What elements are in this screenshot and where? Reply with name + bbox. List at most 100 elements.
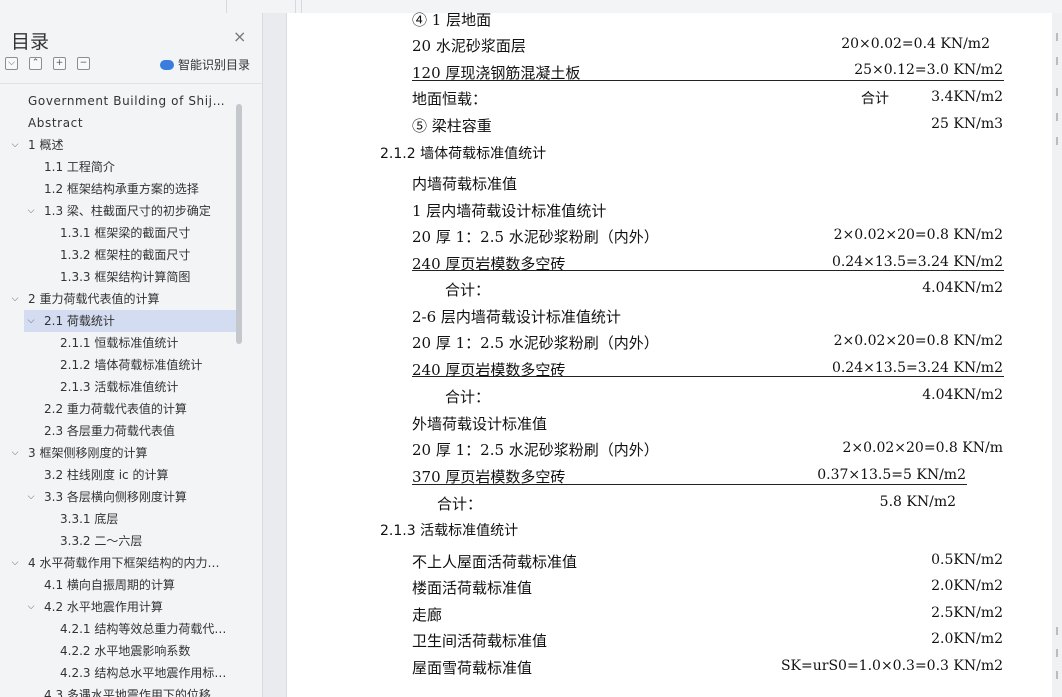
toc-item-label: 3.3 各层横向侧移刚度计算 [44,490,187,504]
toc-item[interactable]: ⌵ 1.3 梁、柱截面尺寸的初步确定 [0,200,240,222]
document-scrollbar[interactable] [1052,13,1062,697]
doc-value: 0.24×13.5=3.24 KN/m2 [831,254,1003,270]
doc-value: 2.5KN/m2 [931,605,1003,621]
collapse-all-icon[interactable]: ⌵ [5,57,18,70]
toc-item-label: 4.2.2 水平地震影响系数 [60,644,191,658]
section-heading: 2.1.2 墙体荷载标准值统计 [380,146,547,162]
chevron-down-icon[interactable]: ⌵ [26,200,36,222]
toc-item[interactable]: 4.2.3 结构总水平地震作用标… [0,662,240,684]
toc-item-label: 1.3.3 框架结构计算简图 [60,270,191,284]
toolbar-segment [296,0,302,13]
toc-item[interactable]: ⌵ 2 重力荷载代表值的计算 [0,288,240,310]
toc-item[interactable]: 4.2.1 结构等效总重力荷载代… [0,618,240,640]
toc-item-label: 1.3.2 框架柱的截面尺寸 [60,248,191,262]
toolbar-segment [227,0,296,13]
toc-panel: 目录 × ⌵ ⌃ + − 智能识别目录 Government Building … [0,13,263,697]
toc-item-label: 3.3.1 底层 [60,512,119,526]
toc-item[interactable]: ⌵ 3 框架侧移刚度的计算 [0,442,240,464]
doc-line: 合计： [445,388,491,406]
scroll-marker [1056,88,1058,96]
toc-item-label: Abstract [28,116,84,130]
toc-item[interactable]: 1.1 工程简介 [0,156,240,178]
toc-item[interactable]: ⌵ 4.2 水平地震作用计算 [0,596,240,618]
doc-value: 0.5KN/m2 [931,552,1003,568]
add-heading-icon[interactable]: + [53,57,66,70]
remove-heading-icon[interactable]: − [77,57,90,70]
toc-item-label: 2.2 重力荷载代表值的计算 [44,402,187,416]
toc-item-label: 2.1.2 墙体荷载标准值统计 [60,358,203,372]
doc-line: 楼面活荷载标准值 [412,579,533,597]
toc-item[interactable]: 3.3.2 二～六层 [0,530,240,552]
doc-value: 2×0.02×20=0.8 KN/m [842,440,1003,456]
toc-item[interactable]: 1.2 框架结构承重方案的选择 [0,178,240,200]
chevron-down-icon[interactable]: ⌵ [10,552,20,574]
doc-value: 2×0.02×20=0.8 KN/m2 [833,333,1003,349]
toc-item[interactable]: 1.3.1 框架梁的截面尺寸 [0,222,240,244]
toc-item[interactable]: ⌵ 1 概述 [0,134,240,156]
section-heading: 2.1.3 活载标准值统计 [380,523,519,539]
doc-value: 0.24×13.5=3.24 KN/m2 [831,360,1003,376]
doc-line: ⑤ 梁柱容重 [412,117,492,135]
doc-value: 25×0.12=3.0 KN/m2 [854,62,1003,78]
toc-item[interactable]: 1.3.2 框架柱的截面尺寸 [0,244,240,266]
doc-line: 1 层内墙荷载设计标准值统计 [412,202,607,220]
doc-value: 2.0KN/m2 [931,631,1003,647]
toc-item[interactable]: 2.3 各层重力荷载代表值 [0,420,240,442]
doc-value: 25 KN/m3 [931,116,1003,132]
toc-item[interactable]: 3.3.1 底层 [0,508,240,530]
scroll-marker [1056,649,1058,657]
scroll-marker [1056,33,1058,41]
chevron-down-icon[interactable]: ⌵ [26,310,36,332]
doc-value: 0.37×13.5=5 KN/m2 [817,467,966,483]
scroll-marker [1056,671,1058,679]
toc-item-label: 2.1.1 恒载标准值统计 [60,336,179,350]
toc-item-label: 1 概述 [28,138,64,152]
toc-item[interactable]: 1.3.3 框架结构计算简图 [0,266,240,288]
toc-item[interactable]: 4.1 横向自振周期的计算 [0,574,240,596]
toc-item[interactable]: 4.2.2 水平地震影响系数 [0,640,240,662]
toc-item-label: 3.3.2 二～六层 [60,534,143,548]
toc-item[interactable]: 2.1.2 墙体荷载标准值统计 [0,354,240,376]
toc-item[interactable]: Government Building of Shij… [0,90,240,112]
doc-value: 合计 [861,91,889,107]
toc-item[interactable]: ⌵ 4 水平荷载作用下框架结构的内力… [0,552,240,574]
toc-list: Government Building of Shij… Abstract ⌵ 1 概… [0,90,240,697]
scroll-marker [1056,113,1058,121]
chevron-down-icon[interactable]: ⌵ [10,134,20,156]
close-icon[interactable]: × [233,27,246,46]
toc-item[interactable]: ⌵ 3.3 各层横向侧移刚度计算 [0,486,240,508]
chevron-down-icon[interactable]: ⌵ [10,288,20,310]
doc-value: 3.4KN/m2 [931,89,1003,105]
chevron-down-icon[interactable]: ⌵ [10,442,20,464]
expand-up-icon[interactable]: ⌃ [29,57,42,70]
toc-item[interactable]: ⌵ 2.1 荷载统计 [24,310,236,332]
underline [412,376,1004,377]
doc-line: 20 水泥砂浆面层 [412,37,526,55]
smart-recognize-toc-button[interactable]: 智能识别目录 [160,56,250,73]
toc-item-label: Government Building of Shij… [28,94,226,108]
toc-item-label: 3 框架侧移刚度的计算 [28,446,148,460]
doc-line: 卫生间活荷载标准值 [412,632,548,650]
cloud-icon [160,60,174,70]
toc-scrollbar[interactable] [236,104,242,344]
toc-panel-title: 目录 [11,31,50,53]
underline [412,270,1004,271]
toc-item-label: 1.3.1 框架梁的截面尺寸 [60,226,191,240]
doc-line: 20 厚 1：2.5 水泥砂浆粉刷（内外） [412,228,659,246]
doc-value: 20×0.02=0.4 KN/m2 [841,36,990,52]
toc-item[interactable]: 2.1.3 活载标准值统计 [0,376,240,398]
chevron-down-icon[interactable]: ⌵ [26,596,36,618]
toc-item[interactable]: 4.3 多遇水平地震作用下的位移… [0,684,240,697]
doc-line: 外墙荷载设计标准值 [412,415,548,433]
divider [0,83,262,84]
toc-item[interactable]: 2.2 重力荷载代表值的计算 [0,398,240,420]
document-page[interactable]: ④ 1 层地面 20 水泥砂浆面层 20×0.02=0.4 KN/m2 120 … [286,11,1057,697]
doc-line: 20 厚 1：2.5 水泥砂浆粉刷（内外） [412,441,659,459]
chevron-down-icon[interactable]: ⌵ [26,486,36,508]
doc-value: SK=urS0=1.0×0.3=0.3 KN/m2 [780,658,1003,674]
doc-value: 4.04KN/m2 [922,387,1003,403]
toc-item[interactable]: Abstract [0,112,240,134]
toc-item[interactable]: 3.2 柱线刚度 ic 的计算 [0,464,240,486]
toc-item[interactable]: 2.1.1 恒载标准值统计 [0,332,240,354]
scroll-marker [1056,137,1058,145]
